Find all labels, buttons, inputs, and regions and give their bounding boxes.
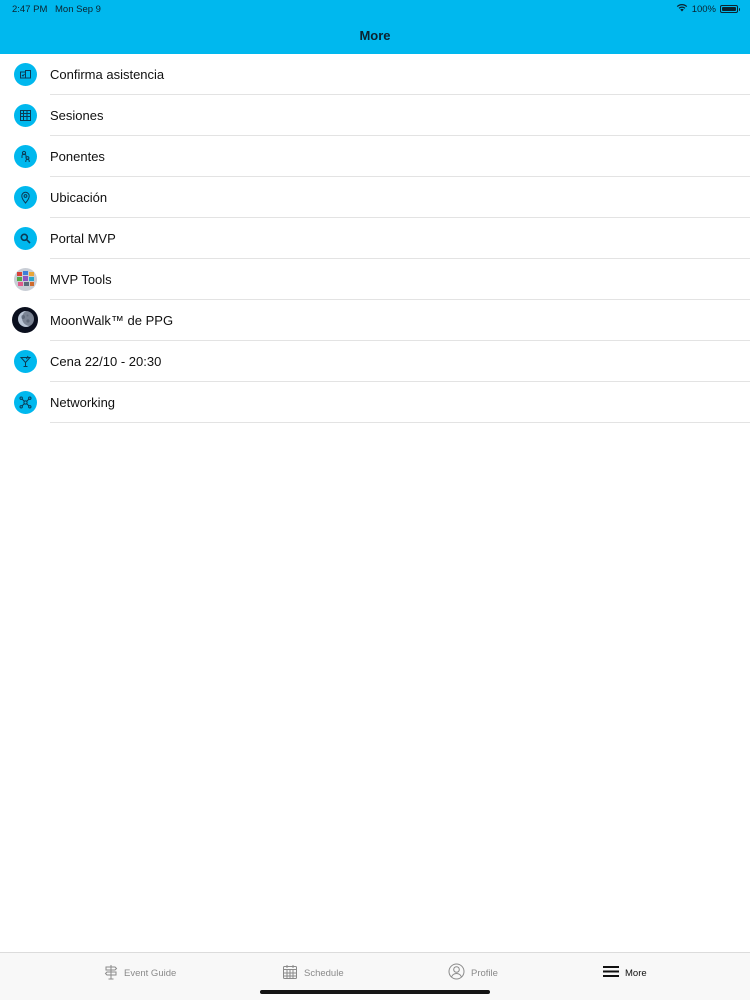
- hamburger-icon: [603, 965, 619, 981]
- status-time: 2:47 PM: [12, 4, 48, 15]
- home-indicator[interactable]: [260, 990, 490, 994]
- more-menu-list: Confirma asistencia Sesiones Ponentes Ub…: [0, 54, 750, 423]
- networking-icon: [14, 391, 37, 414]
- status-date: Mon Sep 9: [55, 4, 101, 15]
- battery-percent: 100%: [691, 3, 716, 15]
- moon-icon: [12, 307, 38, 333]
- menu-item-label: Confirma asistencia: [50, 67, 165, 82]
- cocktail-icon: [14, 350, 37, 373]
- page-title: More: [359, 28, 391, 43]
- row-divider: [50, 422, 750, 423]
- status-indicators: 100%: [676, 3, 740, 15]
- speakers-icon: [14, 145, 37, 168]
- calendar-icon: [282, 964, 298, 983]
- menu-item-confirma-asistencia[interactable]: Confirma asistencia: [0, 54, 750, 95]
- menu-item-label: Cena 22/10 - 20:30: [50, 354, 162, 369]
- tab-label: Profile: [471, 967, 498, 979]
- menu-item-ponentes[interactable]: Ponentes: [0, 136, 750, 177]
- signpost-icon: [104, 964, 118, 983]
- rsvp-icon: [14, 63, 37, 86]
- header-bar: 2:47 PM Mon Sep 9 100% More: [0, 0, 750, 54]
- menu-item-label: Ponentes: [50, 149, 105, 164]
- menu-item-sesiones[interactable]: Sesiones: [0, 95, 750, 136]
- tab-profile[interactable]: Profile: [448, 963, 498, 983]
- battery-icon: [720, 5, 740, 13]
- profile-icon: [448, 963, 465, 983]
- search-icon: [14, 227, 37, 250]
- menu-item-mvp-tools[interactable]: MVP Tools: [0, 259, 750, 300]
- menu-item-networking[interactable]: Networking: [0, 382, 750, 423]
- tab-schedule[interactable]: Schedule: [282, 963, 344, 983]
- wifi-icon: [676, 3, 688, 15]
- tab-label: More: [625, 967, 647, 979]
- tab-label: Schedule: [304, 967, 344, 979]
- battery-level: [722, 7, 736, 11]
- menu-item-label: MVP Tools: [50, 272, 112, 287]
- menu-item-cena[interactable]: Cena 22/10 - 20:30: [0, 341, 750, 382]
- tab-more[interactable]: More: [603, 963, 647, 983]
- sessions-grid-icon: [14, 104, 37, 127]
- tab-label: Event Guide: [124, 967, 177, 979]
- menu-item-moonwalk[interactable]: MoonWalk™ de PPG: [0, 300, 750, 341]
- menu-item-label: Portal MVP: [50, 231, 116, 246]
- menu-item-label: MoonWalk™ de PPG: [50, 313, 174, 328]
- more-screen: 2:47 PM Mon Sep 9 100% More Confirma asi…: [0, 0, 750, 1000]
- mvp-tools-icon: [14, 268, 37, 291]
- menu-item-portal-mvp[interactable]: Portal MVP: [0, 218, 750, 259]
- menu-item-label: Sesiones: [50, 108, 104, 123]
- menu-item-label: Ubicación: [50, 190, 108, 205]
- menu-item-ubicacion[interactable]: Ubicación: [0, 177, 750, 218]
- tab-event-guide[interactable]: Event Guide: [104, 963, 176, 983]
- location-pin-icon: [14, 186, 37, 209]
- menu-item-label: Networking: [50, 395, 116, 410]
